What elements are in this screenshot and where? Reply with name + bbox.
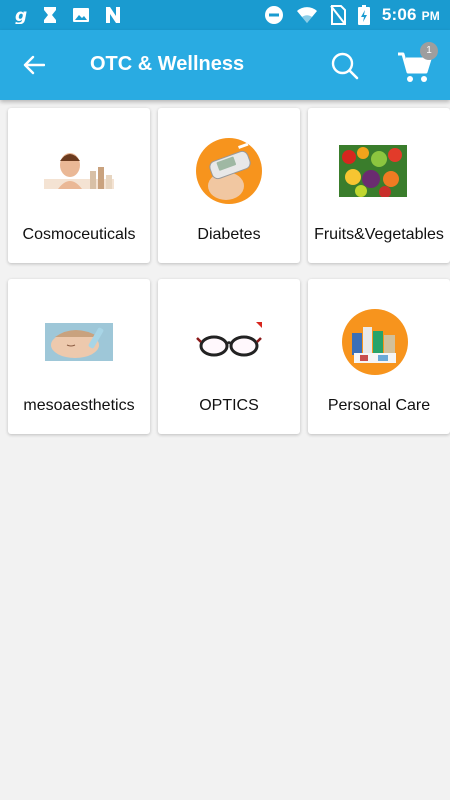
- category-label: OPTICS: [199, 397, 259, 414]
- category-card-mesoaesthetics[interactable]: mesoaesthetics: [8, 279, 150, 434]
- g-app-icon: g: [15, 6, 27, 24]
- page-title: OTC & Wellness: [90, 53, 245, 75]
- face-treatment-image: [8, 307, 150, 377]
- system-icons: 5:06 PM: [264, 4, 440, 26]
- category-card-cosmoceuticals[interactable]: Cosmoceuticals: [8, 108, 150, 263]
- battery-charging-icon: [357, 5, 370, 25]
- category-label: Cosmoceuticals: [22, 226, 136, 243]
- category-label: Personal Care: [327, 397, 431, 414]
- notification-icons: g: [14, 4, 122, 26]
- no-sim-icon: [330, 5, 346, 25]
- status-time: 5:06 PM: [381, 5, 440, 24]
- arrow-back-icon: [23, 55, 45, 75]
- status-bar: g 5:06 PM: [0, 0, 450, 30]
- search-button[interactable]: [326, 47, 364, 85]
- app-bar: OTC & Wellness 1: [0, 30, 450, 100]
- back-button[interactable]: [14, 48, 54, 82]
- category-card-diabetes[interactable]: Diabetes: [158, 108, 300, 263]
- do-not-disturb-icon: [264, 6, 283, 24]
- cart-count-badge: 1: [420, 42, 438, 60]
- hourglass-icon: [44, 7, 56, 23]
- svg-text:g: g: [15, 6, 27, 24]
- category-label: Diabetes: [197, 226, 261, 243]
- category-card-personal-care[interactable]: Personal Care: [308, 279, 450, 434]
- n-app-icon: [106, 7, 120, 23]
- cart-button[interactable]: 1: [394, 42, 440, 88]
- cosmetics-image: [8, 136, 150, 206]
- personal-care-products-image: [308, 307, 450, 377]
- category-card-fruits-vegetables[interactable]: Fruits&Vegetables: [308, 108, 450, 263]
- wifi-icon: [296, 7, 317, 23]
- eyeglasses-image: [158, 307, 300, 377]
- glucose-meter-image: [158, 136, 300, 206]
- category-label: mesoaesthetics: [23, 397, 135, 414]
- fruits-vegetables-image: [308, 136, 450, 206]
- image-icon: [73, 8, 89, 22]
- search-icon: [331, 52, 359, 80]
- category-label: Fruits&Vegetables: [314, 226, 444, 243]
- category-card-optics[interactable]: OPTICS: [158, 279, 300, 434]
